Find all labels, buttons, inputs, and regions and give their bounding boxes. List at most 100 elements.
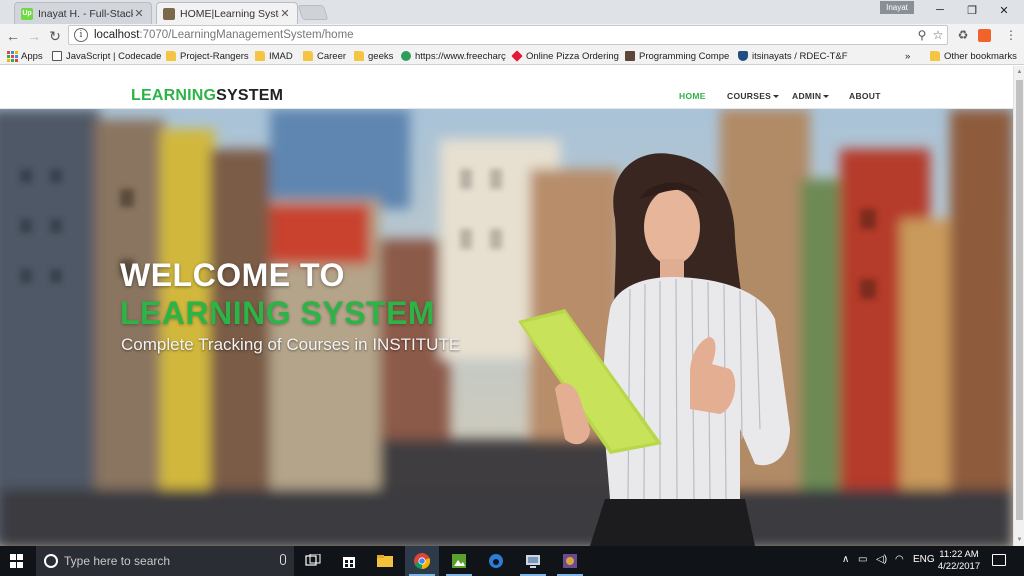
- url-host: localhost: [94, 29, 140, 41]
- tab-learning-system[interactable]: HOME|Learning System ✕: [156, 2, 298, 24]
- page-scrollbar[interactable]: ▲ ▼: [1013, 66, 1024, 546]
- browser-toolbar: ← → ↻ i localhost:7070/LearningManagemen…: [0, 24, 1024, 47]
- screen: Up Inayat H. - Full-Stack We ✕ HOME|Lear…: [0, 0, 1024, 576]
- forward-arrow-icon[interactable]: →: [25, 27, 43, 45]
- zoom-icon[interactable]: ⚲: [914, 27, 930, 43]
- bookmark-imad[interactable]: IMAD: [255, 49, 293, 63]
- bookmark-label: JavaScript | Codecade: [66, 50, 162, 62]
- bookmark-project-rangers[interactable]: Project-Rangers: [166, 49, 249, 63]
- restore-button[interactable]: ❐: [956, 1, 988, 19]
- microphone-icon[interactable]: [280, 554, 286, 565]
- caret-down-icon: [823, 95, 830, 99]
- bookmark-career[interactable]: Career: [303, 49, 346, 63]
- web-page: LEARNINGSYSTEM HOME COURSES ADMIN ABOUT: [0, 66, 1013, 546]
- hero-heading-line1: WELCOME TO: [120, 257, 345, 293]
- bookmark-codecademy[interactable]: JavaScript | Codecade: [52, 49, 161, 63]
- clock-time: 11:22 AM: [939, 549, 979, 560]
- bookmark-pizza[interactable]: Online Pizza Ordering: [511, 49, 619, 63]
- bookmark-programming[interactable]: Programming Compe: [625, 49, 729, 63]
- cortana-icon: [44, 554, 58, 568]
- tab-title: HOME|Learning System: [180, 7, 279, 20]
- language-indicator[interactable]: ENG: [913, 554, 935, 565]
- folder-icon: [255, 51, 265, 61]
- action-center-icon[interactable]: [992, 554, 1006, 566]
- codechef-icon: [625, 51, 635, 61]
- folder-icon: [930, 51, 940, 61]
- back-arrow-icon[interactable]: ←: [4, 27, 22, 45]
- hero-banner: WELCOME TO LEARNING SYSTEM Complete Trac…: [0, 109, 1013, 546]
- folder-icon: [166, 51, 176, 61]
- site-logo[interactable]: LEARNINGSYSTEM: [131, 87, 283, 105]
- photos-app-icon[interactable]: [442, 546, 476, 576]
- close-icon[interactable]: ✕: [279, 7, 291, 20]
- bookmark-label: IMAD: [269, 50, 293, 62]
- edge-icon[interactable]: [479, 546, 513, 576]
- battery-icon[interactable]: ▭: [858, 554, 867, 565]
- minimize-button[interactable]: ─: [924, 1, 956, 19]
- search-placeholder: Type here to search: [64, 554, 171, 568]
- bitbucket-icon: [738, 51, 748, 61]
- url-path: :7070/LearningManagementSystem/home: [139, 29, 354, 41]
- folder-icon: [354, 51, 364, 61]
- taskbar-search-box[interactable]: Type here to search: [36, 546, 294, 576]
- extension-recycle-icon[interactable]: ♻: [955, 27, 971, 43]
- bookmark-label: Other bookmarks: [944, 50, 1017, 62]
- bookmark-rdec[interactable]: itsinayats / RDEC-T&F: [738, 49, 848, 63]
- extension-icon[interactable]: [978, 29, 991, 42]
- reload-icon[interactable]: ↻: [46, 27, 64, 45]
- bookmark-label: Career: [317, 50, 347, 62]
- profile-badge[interactable]: Inayat: [880, 1, 914, 14]
- show-hidden-icons[interactable]: ∧: [842, 554, 849, 565]
- windows-taskbar: Type here to search ∧ ▭ ◁) ◠ ENG 11:22 A…: [0, 546, 1024, 576]
- bookmark-label: geeks: [368, 50, 394, 62]
- clock-date: 4/22/2017: [937, 561, 981, 572]
- bookmark-label: Apps: [21, 50, 43, 62]
- app-window-icon[interactable]: [516, 546, 550, 576]
- file-explorer-icon[interactable]: [368, 546, 402, 576]
- windows-start-icon[interactable]: [10, 554, 24, 568]
- tab-upwork[interactable]: Up Inayat H. - Full-Stack We ✕: [14, 2, 152, 24]
- app-game-icon[interactable]: [553, 546, 587, 576]
- nav-about[interactable]: ABOUT: [849, 91, 881, 101]
- chrome-taskbar-icon[interactable]: [405, 546, 439, 576]
- bookmark-apps[interactable]: Apps: [7, 49, 43, 63]
- nav-courses[interactable]: COURSES: [727, 91, 780, 101]
- volume-icon[interactable]: ◁): [876, 554, 887, 565]
- wifi-icon[interactable]: ◠: [895, 554, 904, 565]
- close-icon[interactable]: ✕: [133, 7, 145, 20]
- new-tab-button[interactable]: [297, 5, 329, 20]
- store-icon[interactable]: [332, 546, 366, 576]
- scroll-down-icon[interactable]: ▼: [1016, 536, 1023, 544]
- info-icon[interactable]: i: [74, 28, 88, 42]
- page-icon: [52, 51, 62, 61]
- more-bookmarks-button[interactable]: »: [905, 49, 910, 63]
- scrollbar-thumb[interactable]: [1016, 80, 1023, 520]
- address-bar[interactable]: i localhost:7070/LearningManagementSyste…: [68, 25, 948, 45]
- dominos-icon: [511, 50, 523, 62]
- hero-subtitle: Complete Tracking of Courses in INSTITUT…: [121, 335, 461, 354]
- freecharge-icon: [401, 51, 411, 61]
- tab-title: Inayat H. - Full-Stack We: [38, 7, 133, 20]
- nav-admin[interactable]: ADMIN: [792, 91, 830, 101]
- bookmark-geeks[interactable]: geeks: [354, 49, 393, 63]
- taskbar-clock[interactable]: 11:22 AM 4/22/2017: [934, 549, 984, 573]
- task-view-icon[interactable]: [296, 546, 330, 576]
- bookmark-star-icon[interactable]: ☆: [930, 27, 946, 43]
- folder-icon: [303, 51, 313, 61]
- bookmark-label: Project-Rangers: [180, 50, 249, 62]
- site-favicon-icon: [163, 7, 175, 20]
- bookmark-label: https://www.freecharç: [415, 50, 506, 62]
- tab-strip: Up Inayat H. - Full-Stack We ✕ HOME|Lear…: [0, 0, 1024, 24]
- hero-heading-line2: LEARNING SYSTEM: [120, 295, 436, 331]
- other-bookmarks[interactable]: Other bookmarks: [930, 49, 1017, 63]
- upwork-icon: Up: [21, 7, 33, 20]
- bookmark-label: Programming Compe: [639, 50, 730, 62]
- caret-down-icon: [773, 95, 780, 99]
- bookmark-freecharge[interactable]: https://www.freecharç: [401, 49, 506, 63]
- nav-home[interactable]: HOME: [679, 91, 706, 101]
- site-navbar: LEARNINGSYSTEM HOME COURSES ADMIN ABOUT: [0, 66, 1013, 109]
- chrome-menu-icon[interactable]: ⋮: [1003, 27, 1019, 43]
- apps-icon: [7, 51, 18, 62]
- scroll-up-icon[interactable]: ▲: [1016, 68, 1023, 76]
- close-window-button[interactable]: ✕: [988, 1, 1020, 19]
